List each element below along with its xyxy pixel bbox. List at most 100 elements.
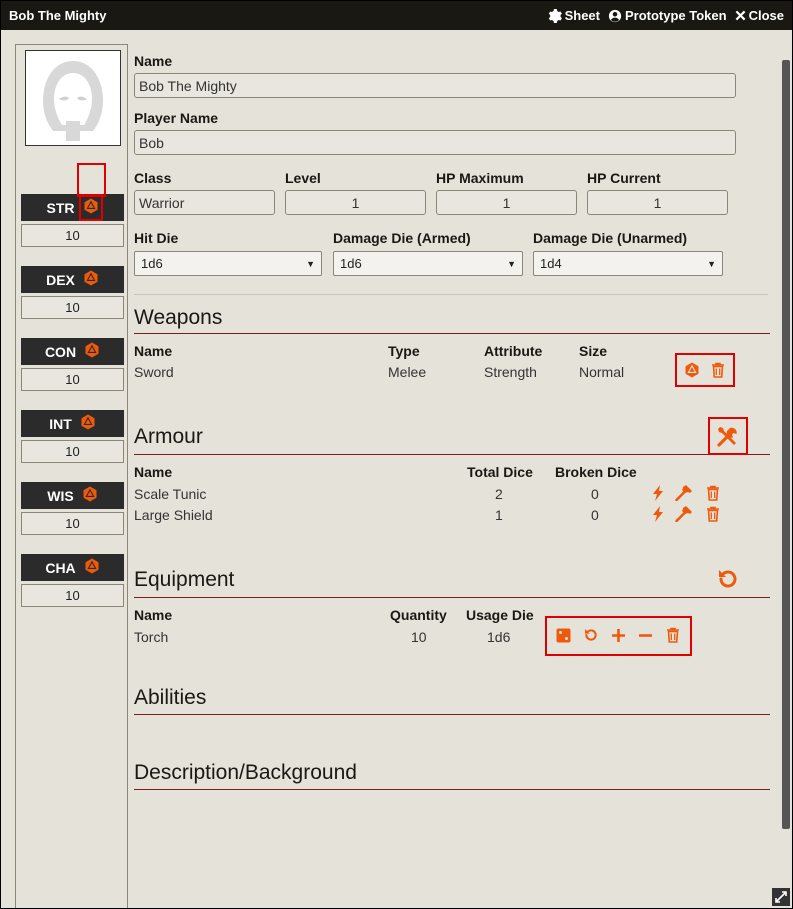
divider	[134, 294, 768, 295]
armour-total: 1	[495, 507, 503, 523]
hammer-icon[interactable]	[675, 485, 692, 506]
equipment-name: Torch	[134, 629, 169, 645]
weapon-type: Melee	[388, 364, 427, 380]
window-title: Bob The Mighty	[9, 8, 107, 23]
attribute-abbr: DEX	[46, 271, 75, 288]
dice-icon[interactable]	[556, 628, 571, 648]
attribute-value[interactable]: 10	[21, 440, 124, 463]
section-rule	[134, 333, 770, 334]
attribute-header: CON	[21, 338, 124, 365]
prototype-token-label: Prototype Token	[624, 8, 727, 23]
attribute-abbr: INT	[49, 415, 72, 432]
undo-icon[interactable]	[583, 627, 599, 648]
user-circle-icon	[608, 9, 622, 22]
d20-roll-icon[interactable]	[84, 342, 100, 361]
equipment-heading: Equipment	[134, 568, 235, 591]
refresh-icon[interactable]	[716, 567, 740, 596]
attribute-value[interactable]: 10	[21, 512, 124, 535]
d20-roll-icon[interactable]	[83, 270, 99, 289]
character-sheet-window: Bob The Mighty Sheet Prototype Token Clo…	[0, 0, 793, 909]
d20-roll-icon[interactable]	[82, 486, 98, 505]
character-portrait[interactable]	[25, 50, 121, 146]
resize-handle[interactable]	[772, 888, 790, 906]
class-field[interactable]: Warrior	[134, 190, 275, 215]
attribute-dex: DEX 10	[21, 266, 124, 319]
player-name-label: Player Name	[134, 110, 219, 126]
trash-icon[interactable]	[666, 627, 680, 648]
section-rule	[134, 714, 770, 715]
equipment-usage: 1d6	[487, 629, 511, 645]
attribute-abbr: CHA	[45, 559, 76, 576]
attribute-value[interactable]: 10	[21, 368, 124, 391]
weapon-attribute: Strength	[484, 364, 537, 380]
damage-unarmed-value: 1d4	[540, 256, 562, 271]
prototype-token-button[interactable]: Prototype Token	[608, 8, 727, 23]
equipment-quantity: 10	[411, 629, 427, 645]
attribute-con: CON 10	[21, 338, 124, 391]
d20-roll-icon[interactable]	[84, 558, 100, 577]
trash-icon[interactable]	[711, 362, 725, 383]
damage-armed-label: Damage Die (Armed)	[333, 230, 471, 246]
description-heading: Description/Background	[134, 761, 357, 784]
weapons-col-name: Name	[134, 343, 173, 359]
weapon-size: Normal	[579, 364, 625, 380]
close-icon	[735, 10, 745, 21]
attribute-header: STR	[21, 194, 124, 221]
damage-unarmed-select[interactable]: 1d4 ▼	[533, 251, 723, 276]
abilities-heading: Abilities	[134, 686, 207, 709]
plus-icon[interactable]	[611, 628, 626, 648]
damage-unarmed-label: Damage Die (Unarmed)	[533, 230, 688, 246]
hp-current-field[interactable]: 1	[587, 190, 728, 215]
attribute-wis: WIS 10	[21, 482, 124, 535]
section-rule	[134, 454, 770, 455]
trash-icon[interactable]	[706, 506, 720, 527]
hit-die-select[interactable]: 1d6 ▼	[134, 251, 322, 276]
armour-name: Large Shield	[134, 507, 213, 523]
attributes-sidebar: STR 10 DEX 10 CON 10 INT 10 WIS 10 CHA 1…	[15, 44, 128, 908]
bolt-icon[interactable]	[652, 485, 664, 506]
weapons-col-size: Size	[579, 343, 608, 359]
player-name-field[interactable]: Bob	[134, 130, 736, 155]
close-button[interactable]: Close	[735, 8, 784, 23]
window-controls: Sheet Prototype Token Close	[548, 8, 784, 23]
window-titlebar[interactable]: Bob The Mighty Sheet Prototype Token Clo…	[1, 1, 792, 30]
weapons-col-type: Type	[388, 343, 420, 359]
attribute-abbr: WIS	[47, 487, 74, 504]
close-label: Close	[748, 8, 784, 23]
minus-icon[interactable]	[638, 628, 653, 648]
armour-col-total: Total Dice	[467, 464, 533, 480]
tools-icon[interactable]	[716, 424, 740, 453]
name-field[interactable]: Bob The Mighty	[134, 73, 736, 98]
d20-roll-icon[interactable]	[78, 194, 103, 221]
armour-col-name: Name	[134, 464, 173, 480]
hammer-icon[interactable]	[675, 506, 692, 527]
weapon-name: Sword	[134, 364, 174, 380]
attribute-value[interactable]: 10	[21, 584, 124, 607]
armour-heading: Armour	[134, 425, 203, 448]
attribute-header: DEX	[21, 266, 124, 293]
damage-armed-select[interactable]: 1d6 ▼	[333, 251, 523, 276]
hp-max-field[interactable]: 1	[436, 190, 577, 215]
resize-icon	[775, 891, 787, 903]
attribute-value[interactable]: 10	[21, 296, 124, 319]
damage-armed-value: 1d6	[340, 256, 362, 271]
sheet-button[interactable]: Sheet	[548, 8, 600, 23]
attribute-int: INT 10	[21, 410, 124, 463]
attribute-header: WIS	[21, 482, 124, 509]
weapons-col-attribute: Attribute	[484, 343, 543, 359]
attribute-value[interactable]: 10	[21, 224, 124, 247]
chevron-down-icon: ▼	[507, 258, 516, 269]
armour-col-broken: Broken Dice	[555, 464, 637, 480]
trash-icon[interactable]	[706, 485, 720, 506]
scrollbar[interactable]	[782, 60, 790, 829]
section-rule	[134, 789, 770, 790]
d20-roll-icon[interactable]	[684, 362, 700, 383]
str-roll-highlight	[77, 163, 106, 197]
attribute-header: INT	[21, 410, 124, 437]
d20-roll-icon[interactable]	[80, 414, 96, 433]
bolt-icon[interactable]	[652, 506, 664, 527]
armour-broken: 0	[591, 486, 599, 502]
level-field[interactable]: 1	[285, 190, 426, 215]
attribute-abbr: STR	[46, 199, 75, 216]
sheet-content: STR 10 DEX 10 CON 10 INT 10 WIS 10 CHA 1…	[1, 30, 792, 908]
